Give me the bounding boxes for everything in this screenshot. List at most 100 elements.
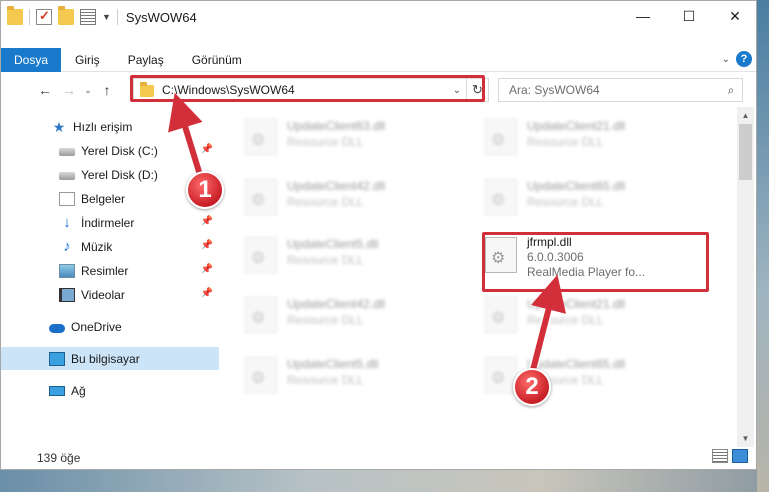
file-item[interactable]: UpdateClient5.dll Resource DLL [225,229,450,283]
dll-file-icon [245,357,277,393]
dll-file-icon [245,119,277,155]
file-name: UpdateClient5.dll [287,237,379,251]
tiles-view-icon[interactable] [732,449,748,463]
disk-icon [59,148,75,156]
dll-file-icon [485,179,517,215]
help-icon[interactable]: ? [736,51,752,67]
videos-icon [59,287,75,302]
file-item[interactable]: UpdateClient21.dll Resource DLL [465,289,690,343]
desktop-background-right [757,0,769,492]
sidebar-item-label: Müzik [81,239,113,254]
scroll-thumb[interactable] [739,124,752,180]
properties-check-icon[interactable] [36,8,52,25]
new-folder-icon[interactable] [58,6,74,25]
pin-icon[interactable]: 📌 [201,216,213,227]
sidebar-item-label: Yerel Disk (C:) [81,143,158,158]
up-button[interactable]: ↑ [95,82,119,98]
sidebar-item-quick-access[interactable]: ★ Hızlı erişim [1,115,219,138]
pin-icon[interactable]: 📌 [201,240,213,251]
file-item[interactable]: UpdateClient65.dll Resource DLL [465,171,690,225]
sidebar-item-label: Hızlı erişim [73,119,133,134]
sidebar-item-videos[interactable]: Videolar 📌 [1,283,219,306]
file-item[interactable]: UpdateClient63.dll Resource DLL [225,111,450,165]
search-placeholder[interactable]: Ara: SysWOW64 [509,83,720,97]
item-count: 139 öğe [37,451,81,465]
view-buttons [712,449,748,463]
file-name: UpdateClient63.dll [287,119,386,133]
pin-icon[interactable]: 📌 [201,288,213,299]
download-icon: ↓ [63,213,71,231]
navigation-pane: ★ Hızlı erişim Yerel Disk (C:) 📌 Yerel D… [1,111,221,441]
documents-icon [59,191,75,206]
qat-dropdown-icon[interactable]: ▼ [102,12,111,22]
scroll-down-icon[interactable]: ▼ [737,430,754,447]
sidebar-item-this-pc[interactable]: Bu bilgisayar [1,347,219,370]
forward-button[interactable]: → [57,82,81,98]
window-title: SysWOW64 [125,9,197,25]
pin-icon[interactable]: 📌 [201,264,213,275]
step-1-badge: 1 [186,171,224,209]
sidebar-item-pictures[interactable]: Resimler 📌 [1,259,219,282]
dll-file-icon [485,119,517,155]
file-name: UpdateClient21.dll [527,119,626,133]
close-button[interactable]: ✕ [712,1,756,31]
sidebar-item-local-disk-c[interactable]: Yerel Disk (C:) 📌 [1,139,219,162]
title-bar: ▼ SysWOW64 — ☐ ✕ [1,1,756,33]
tab-file[interactable]: Dosya [1,47,62,72]
sidebar-item-onedrive[interactable]: OneDrive [1,315,219,338]
sidebar-item-music[interactable]: ♪ Müzik 📌 [1,235,219,258]
cloud-icon [49,323,65,333]
customize-icon[interactable] [80,9,96,25]
file-item[interactable]: UpdateClient21.dll Resource DLL [465,111,690,165]
file-description: Resource DLL [287,195,364,209]
maximize-button[interactable]: ☐ [666,1,712,31]
desktop-background [0,470,769,492]
recent-locations-icon[interactable]: ⌄ [81,85,95,96]
sidebar-item-label: İndirmeler [81,215,135,230]
search-input[interactable]: Ara: SysWOW64 ⌕ [498,78,743,102]
file-item[interactable]: UpdateClient5.dll Resource DLL [225,349,450,403]
pin-icon[interactable]: 📌 [201,144,213,155]
file-name: UpdateClient65.dll [527,179,626,193]
file-description: Resource DLL [527,313,604,327]
file-description: Resource DLL [527,135,604,149]
music-icon: ♪ [63,237,71,255]
file-name: UpdateClient21.dll [527,297,626,311]
file-description: Resource DLL [287,135,364,149]
sidebar-item-downloads[interactable]: ↓ İndirmeler 📌 [1,211,219,234]
scroll-up-icon[interactable]: ▲ [737,107,754,124]
tab-home[interactable]: Giriş [61,48,114,72]
file-description: Resource DLL [287,253,364,267]
sidebar-item-network[interactable]: Ağ [1,379,219,402]
file-name: UpdateClient65.dll [527,357,626,371]
sidebar-item-label: Yerel Disk (D:) [81,167,158,182]
search-icon[interactable]: ⌕ [720,83,742,98]
file-item[interactable]: UpdateClient65.dll Resource DLL [465,349,690,403]
status-bar: 139 öğe [1,447,756,469]
window-controls: — ☐ ✕ [620,1,756,31]
vertical-scrollbar[interactable]: ▲ ▼ [737,107,754,447]
folder-icon [7,6,23,25]
file-item[interactable]: UpdateClient42.dll Resource DLL [225,171,450,225]
pictures-icon [59,263,75,278]
file-name: UpdateClient5.dll [287,357,379,371]
file-item[interactable]: UpdateClient42.dll Resource DLL [225,289,450,343]
tab-share[interactable]: Paylaş [114,48,178,72]
sidebar-item-label: Bu bilgisayar [71,351,140,366]
separator [116,9,118,25]
sidebar-item-label: Resimler [81,263,129,278]
quick-access-toolbar: ▼ [1,6,118,25]
details-view-icon[interactable] [712,449,728,463]
back-button[interactable]: ← [33,82,57,98]
tab-view[interactable]: Görünüm [178,48,256,72]
file-description: Resource DLL [287,373,364,387]
sidebar-item-label: Videolar [81,287,125,302]
minimize-button[interactable]: — [620,1,666,31]
star-icon: ★ [52,118,66,135]
step-2-badge: 2 [513,368,551,406]
file-description: Resource DLL [527,195,604,209]
expand-ribbon-icon[interactable]: ⌄ [722,54,730,65]
ribbon-right-controls: ⌄ ? [722,51,752,67]
address-highlight-box [130,75,485,102]
file-description: Resource DLL [287,313,364,327]
